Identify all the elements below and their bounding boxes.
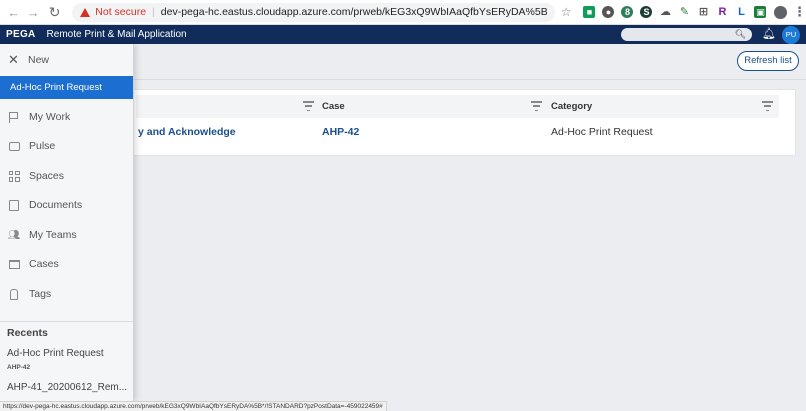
case-id-link[interactable]: AHP-42 (322, 126, 359, 138)
table-header-row: Case Category (136, 95, 779, 118)
tag-icon (8, 288, 20, 300)
people-icon: 👥︎ (7, 229, 21, 241)
extension-icon[interactable]: R (716, 6, 728, 18)
app-header: PEGA Remote Print & Mail Application 🔍︎ … (0, 25, 806, 44)
back-arrow-icon[interactable]: ← (6, 5, 21, 20)
nav-item-label: Cases (29, 258, 59, 270)
nav-item-label: Documents (29, 199, 83, 211)
bookmark-star-icon[interactable]: ☆ (561, 5, 572, 19)
extension-icon[interactable]: ■ (583, 6, 596, 18)
reload-icon[interactable]: ↻ (47, 4, 62, 21)
close-icon[interactable]: ✕ (8, 52, 20, 68)
category-cell: Ad-Hoc Print Request (551, 126, 653, 138)
notifications-bell-icon[interactable]: 🔔︎ (762, 27, 776, 40)
nav-item-label: My Work (29, 111, 71, 123)
side-navigation: ✕ New Ad-Hoc Print Request My Work Pulse… (0, 44, 134, 401)
chat-icon (8, 140, 20, 152)
task-link[interactable]: y and Acknowledge (138, 126, 236, 138)
flag-icon (8, 111, 20, 123)
search-input[interactable]: 🔍︎ (621, 28, 752, 41)
divider (0, 321, 133, 322)
browser-status-bar: https://dev-pega-hc.eastus.cloudapp.azur… (0, 401, 387, 411)
warning-icon (80, 7, 91, 17)
extension-icon[interactable]: ▣ (754, 6, 767, 18)
browser-toolbar: ← → ↻ Not secure | dev-pega-hc.eastus.cl… (0, 0, 806, 25)
refresh-list-button[interactable]: Refresh list (737, 51, 799, 71)
forward-arrow-icon[interactable]: → (25, 5, 40, 20)
grid-icon (8, 170, 20, 182)
document-icon (8, 199, 20, 211)
nav-item-label: Pulse (29, 140, 56, 152)
filter-icon[interactable] (303, 101, 314, 111)
not-secure-label[interactable]: Not secure (95, 6, 146, 18)
worklist-table: Case Category y and Acknowledge AHP-42 A… (130, 89, 796, 156)
column-header-category[interactable]: Category (551, 95, 592, 118)
recents-heading: Recents (7, 327, 48, 339)
nav-item-my-work[interactable]: My Work (0, 105, 133, 129)
nav-item-pulse[interactable]: Pulse (0, 134, 133, 158)
extension-icon[interactable]: ✎ (678, 6, 690, 18)
nav-item-label: My Teams (29, 229, 77, 241)
profile-icon[interactable] (774, 5, 788, 19)
user-avatar[interactable]: PU (782, 26, 800, 44)
nav-item-spaces[interactable]: Spaces (0, 164, 133, 188)
nav-item-cases[interactable]: Cases (0, 252, 133, 276)
filter-icon[interactable] (531, 101, 542, 111)
extension-icon[interactable]: ☁ (659, 6, 671, 18)
tray-icon (8, 258, 20, 270)
extension-icon[interactable]: S (640, 6, 653, 18)
recent-item-case-id: AHP-42 (7, 364, 31, 371)
extension-icons: ■ ● 8 S ☁ ✎ ⊞ R L ▣ (583, 6, 767, 18)
filter-icon[interactable] (762, 101, 773, 111)
recent-item-link[interactable]: AHP-41_20200612_Rem... (7, 382, 127, 393)
app-title: Remote Print & Mail Application (46, 29, 187, 40)
nav-item-ad-hoc-print-request[interactable]: Ad-Hoc Print Request (0, 76, 133, 99)
new-label: New (28, 53, 50, 66)
nav-item-my-teams[interactable]: 👥︎ My Teams (0, 223, 133, 247)
nav-item-documents[interactable]: Documents (0, 193, 133, 217)
browser-menu-icon[interactable]: ⋮ (793, 4, 806, 20)
extension-icon[interactable]: ⊞ (697, 6, 709, 18)
extension-icon[interactable]: 8 (621, 6, 634, 18)
column-header-case[interactable]: Case (322, 95, 345, 118)
nav-item-label: Spaces (29, 170, 65, 182)
recent-item-link[interactable]: Ad-Hoc Print Request (7, 348, 104, 359)
extension-icon[interactable]: L (735, 6, 747, 18)
address-bar[interactable]: Not secure | dev-pega-hc.eastus.cloudapp… (72, 2, 555, 22)
url-text[interactable]: dev-pega-hc.eastus.cloudapp.azure.com/pr… (161, 6, 547, 18)
nav-item-tags[interactable]: Tags (0, 282, 133, 306)
search-icon[interactable]: 🔍︎ (735, 29, 746, 40)
url-separator: | (152, 6, 155, 18)
extension-icon[interactable]: ● (602, 6, 615, 18)
nav-item-label: Tags (29, 288, 52, 300)
pega-logo[interactable]: PEGA (6, 29, 36, 40)
new-menu-item[interactable]: ✕ New (0, 44, 133, 75)
